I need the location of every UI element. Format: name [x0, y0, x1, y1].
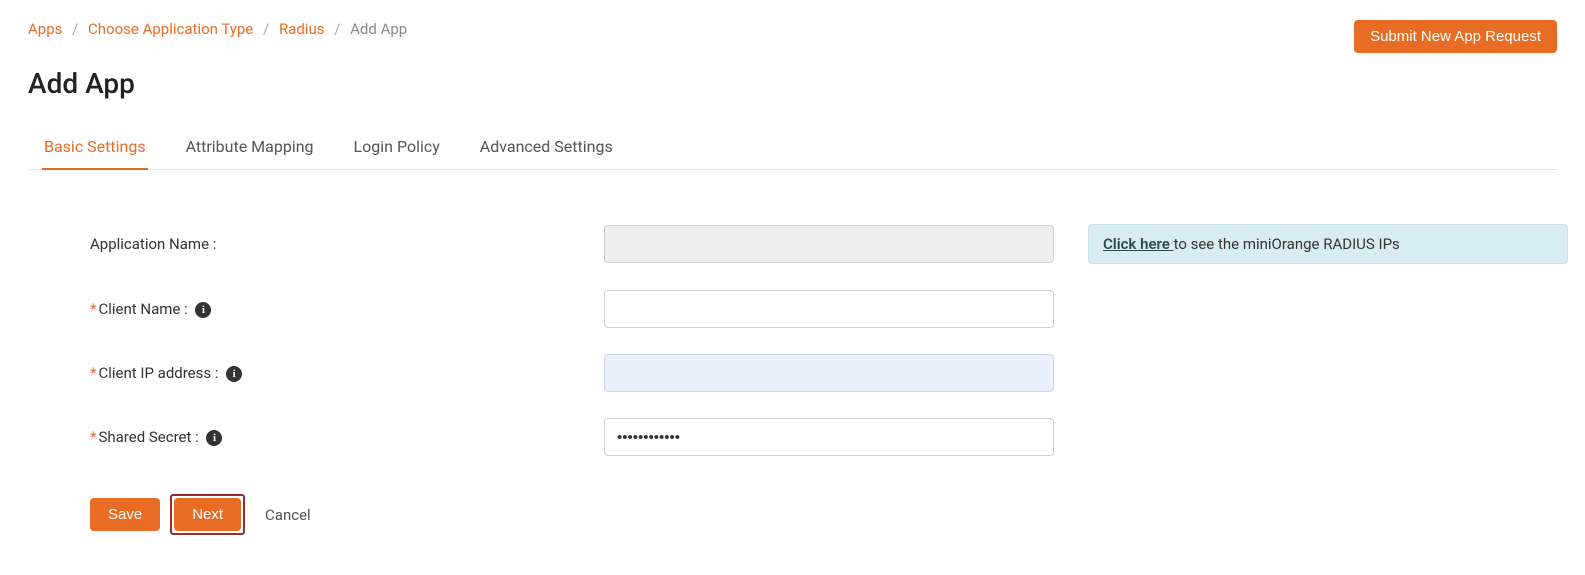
- save-button[interactable]: Save: [90, 498, 160, 531]
- application-name-input: [604, 225, 1054, 263]
- tab-attribute-mapping[interactable]: Attribute Mapping: [184, 125, 316, 170]
- breadcrumb: Apps / Choose Application Type / Radius …: [28, 20, 407, 38]
- next-button-highlight: Next: [170, 494, 245, 535]
- tab-login-policy[interactable]: Login Policy: [352, 125, 442, 170]
- info-box-text: to see the miniOrange RADIUS IPs: [1174, 235, 1400, 253]
- breadcrumb-separator: /: [72, 20, 78, 38]
- breadcrumb-separator: /: [334, 20, 340, 38]
- breadcrumb-separator: /: [263, 20, 269, 38]
- next-button[interactable]: Next: [174, 498, 241, 531]
- breadcrumb-link-apps[interactable]: Apps: [28, 20, 62, 38]
- tab-basic-settings[interactable]: Basic Settings: [42, 125, 148, 170]
- info-icon[interactable]: i: [206, 430, 222, 446]
- click-here-link[interactable]: Click here: [1103, 235, 1174, 253]
- label-application-name: Application Name :: [90, 235, 570, 253]
- breadcrumb-current: Add App: [350, 20, 407, 38]
- client-ip-input[interactable]: [604, 354, 1054, 392]
- info-icon[interactable]: i: [195, 302, 211, 318]
- client-name-input[interactable]: [604, 290, 1054, 328]
- tabs: Basic Settings Attribute Mapping Login P…: [28, 124, 1557, 170]
- shared-secret-input[interactable]: [604, 418, 1054, 456]
- submit-new-app-request-button[interactable]: Submit New App Request: [1354, 20, 1557, 53]
- radius-ips-info-box: Click here to see the miniOrange RADIUS …: [1088, 224, 1568, 264]
- label-client-name: *Client Name : i: [90, 300, 570, 318]
- label-shared-secret: *Shared Secret : i: [90, 428, 570, 446]
- info-icon[interactable]: i: [226, 366, 242, 382]
- label-client-ip: *Client IP address : i: [90, 364, 570, 382]
- breadcrumb-link-radius[interactable]: Radius: [279, 20, 325, 38]
- tab-advanced-settings[interactable]: Advanced Settings: [478, 125, 615, 170]
- page-title: Add App: [28, 67, 1557, 100]
- cancel-link[interactable]: Cancel: [265, 506, 311, 524]
- breadcrumb-link-choose-type[interactable]: Choose Application Type: [88, 20, 253, 38]
